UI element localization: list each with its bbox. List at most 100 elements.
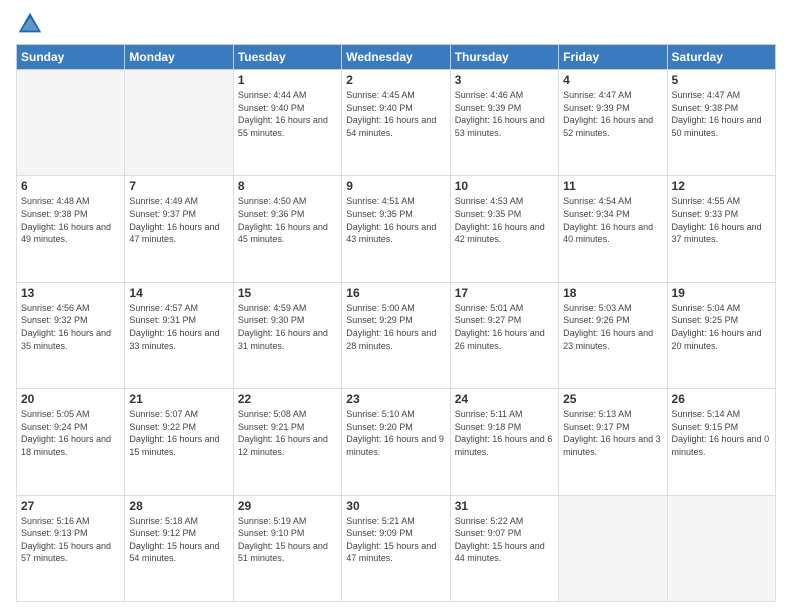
- col-header-wednesday: Wednesday: [342, 45, 450, 70]
- day-info: Sunrise: 5:04 AM Sunset: 9:25 PM Dayligh…: [672, 302, 771, 352]
- col-header-tuesday: Tuesday: [233, 45, 341, 70]
- day-info: Sunrise: 4:45 AM Sunset: 9:40 PM Dayligh…: [346, 89, 445, 139]
- day-number: 3: [455, 73, 554, 87]
- day-number: 9: [346, 179, 445, 193]
- calendar-cell: [17, 70, 125, 176]
- calendar-cell: 25Sunrise: 5:13 AM Sunset: 9:17 PM Dayli…: [559, 389, 667, 495]
- calendar-cell: 18 Sunrise: 5:03 AM Sunset: 9:26 PM Dayli…: [559, 282, 667, 388]
- calendar-cell: 16 Sunrise: 5:00 AM Sunset: 9:29 PM Dayli…: [342, 282, 450, 388]
- day-number: 7: [129, 179, 228, 193]
- day-info: Sunrise: 5:08 AM Sunset: 9:21 PM Dayligh…: [238, 408, 337, 458]
- calendar-cell: 31 Sunrise: 5:22 AM Sunset: 9:07 PM Dayli…: [450, 495, 558, 601]
- day-info: Sunrise: 5:07 AM Sunset: 9:22 PM Dayligh…: [129, 408, 228, 458]
- day-info: Sunrise: 5:21 AM Sunset: 9:09 PM Dayligh…: [346, 515, 445, 565]
- calendar-cell: [667, 495, 775, 601]
- logo-icon: [16, 10, 44, 38]
- day-info: Sunrise: 5:22 AM Sunset: 9:07 PM Dayligh…: [455, 515, 554, 565]
- day-number: 12: [672, 179, 771, 193]
- day-number: 27: [21, 499, 120, 513]
- day-number: 11: [563, 179, 662, 193]
- day-info: Sunrise: 4:47 AM Sunset: 9:38 PM Dayligh…: [672, 89, 771, 139]
- calendar-cell: 6 Sunrise: 4:48 AM Sunset: 9:38 PM Daylig…: [17, 176, 125, 282]
- day-number: 24: [455, 392, 554, 406]
- day-number: 19: [672, 286, 771, 300]
- day-info: Sunrise: 5:10 AM Sunset: 9:20 PM Dayligh…: [346, 408, 445, 458]
- calendar-cell: 13 Sunrise: 4:56 AM Sunset: 9:32 PM Dayli…: [17, 282, 125, 388]
- logo: [16, 10, 48, 38]
- calendar-cell: 11Sunrise: 4:54 AM Sunset: 9:34 PM Dayli…: [559, 176, 667, 282]
- day-info: Sunrise: 5:19 AM Sunset: 9:10 PM Dayligh…: [238, 515, 337, 565]
- calendar-cell: [125, 70, 233, 176]
- calendar-cell: 27Sunrise: 5:16 AM Sunset: 9:13 PM Dayli…: [17, 495, 125, 601]
- calendar-cell: 2 Sunrise: 4:45 AM Sunset: 9:40 PM Daylig…: [342, 70, 450, 176]
- day-number: 10: [455, 179, 554, 193]
- day-number: 8: [238, 179, 337, 193]
- day-info: Sunrise: 5:18 AM Sunset: 9:12 PM Dayligh…: [129, 515, 228, 565]
- calendar-cell: 24 Sunrise: 5:11 AM Sunset: 9:18 PM Dayli…: [450, 389, 558, 495]
- calendar-header-row: SundayMondayTuesdayWednesdayThursdayFrid…: [17, 45, 776, 70]
- day-info: Sunrise: 4:48 AM Sunset: 9:38 PM Dayligh…: [21, 195, 120, 245]
- calendar-cell: 1 Sunrise: 4:44 AM Sunset: 9:40 PM Daylig…: [233, 70, 341, 176]
- week-row-4: 20 Sunrise: 5:05 AM Sunset: 9:24 PM Dayli…: [17, 389, 776, 495]
- day-number: 23: [346, 392, 445, 406]
- calendar-cell: 15Sunrise: 4:59 AM Sunset: 9:30 PM Dayli…: [233, 282, 341, 388]
- calendar-cell: 12 Sunrise: 4:55 AM Sunset: 9:33 PM Dayli…: [667, 176, 775, 282]
- day-number: 28: [129, 499, 228, 513]
- day-info: Sunrise: 4:53 AM Sunset: 9:35 PM Dayligh…: [455, 195, 554, 245]
- calendar-cell: 21 Sunrise: 5:07 AM Sunset: 9:22 PM Dayli…: [125, 389, 233, 495]
- week-row-1: 1 Sunrise: 4:44 AM Sunset: 9:40 PM Daylig…: [17, 70, 776, 176]
- page: SundayMondayTuesdayWednesdayThursdayFrid…: [0, 0, 792, 612]
- day-number: 13: [21, 286, 120, 300]
- day-number: 6: [21, 179, 120, 193]
- day-info: Sunrise: 4:46 AM Sunset: 9:39 PM Dayligh…: [455, 89, 554, 139]
- calendar-cell: 17 Sunrise: 5:01 AM Sunset: 9:27 PM Dayli…: [450, 282, 558, 388]
- day-number: 2: [346, 73, 445, 87]
- calendar-cell: 7 Sunrise: 4:49 AM Sunset: 9:37 PM Daylig…: [125, 176, 233, 282]
- day-number: 1: [238, 73, 337, 87]
- week-row-3: 13 Sunrise: 4:56 AM Sunset: 9:32 PM Dayli…: [17, 282, 776, 388]
- calendar-cell: 14Sunrise: 4:57 AM Sunset: 9:31 PM Dayli…: [125, 282, 233, 388]
- day-info: Sunrise: 4:50 AM Sunset: 9:36 PM Dayligh…: [238, 195, 337, 245]
- calendar-cell: 8 Sunrise: 4:50 AM Sunset: 9:36 PM Daylig…: [233, 176, 341, 282]
- day-number: 30: [346, 499, 445, 513]
- calendar-cell: 29Sunrise: 5:19 AM Sunset: 9:10 PM Dayli…: [233, 495, 341, 601]
- day-number: 20: [21, 392, 120, 406]
- calendar-cell: [559, 495, 667, 601]
- day-number: 26: [672, 392, 771, 406]
- day-info: Sunrise: 4:49 AM Sunset: 9:37 PM Dayligh…: [129, 195, 228, 245]
- day-number: 31: [455, 499, 554, 513]
- day-info: Sunrise: 5:03 AM Sunset: 9:26 PM Dayligh…: [563, 302, 662, 352]
- day-info: Sunrise: 5:11 AM Sunset: 9:18 PM Dayligh…: [455, 408, 554, 458]
- day-number: 17: [455, 286, 554, 300]
- day-info: Sunrise: 4:59 AM Sunset: 9:30 PM Dayligh…: [238, 302, 337, 352]
- col-header-monday: Monday: [125, 45, 233, 70]
- day-info: Sunrise: 5:01 AM Sunset: 9:27 PM Dayligh…: [455, 302, 554, 352]
- week-row-5: 27Sunrise: 5:16 AM Sunset: 9:13 PM Dayli…: [17, 495, 776, 601]
- calendar-cell: 5 Sunrise: 4:47 AM Sunset: 9:38 PM Daylig…: [667, 70, 775, 176]
- week-row-2: 6 Sunrise: 4:48 AM Sunset: 9:38 PM Daylig…: [17, 176, 776, 282]
- col-header-saturday: Saturday: [667, 45, 775, 70]
- day-number: 21: [129, 392, 228, 406]
- calendar-cell: 9Sunrise: 4:51 AM Sunset: 9:35 PM Daylig…: [342, 176, 450, 282]
- calendar-cell: 19 Sunrise: 5:04 AM Sunset: 9:25 PM Dayli…: [667, 282, 775, 388]
- col-header-friday: Friday: [559, 45, 667, 70]
- day-info: Sunrise: 4:55 AM Sunset: 9:33 PM Dayligh…: [672, 195, 771, 245]
- day-info: Sunrise: 5:14 AM Sunset: 9:15 PM Dayligh…: [672, 408, 771, 458]
- day-info: Sunrise: 5:05 AM Sunset: 9:24 PM Dayligh…: [21, 408, 120, 458]
- calendar-cell: 30 Sunrise: 5:21 AM Sunset: 9:09 PM Dayli…: [342, 495, 450, 601]
- day-info: Sunrise: 5:00 AM Sunset: 9:29 PM Dayligh…: [346, 302, 445, 352]
- day-number: 16: [346, 286, 445, 300]
- calendar-cell: 10 Sunrise: 4:53 AM Sunset: 9:35 PM Dayli…: [450, 176, 558, 282]
- col-header-sunday: Sunday: [17, 45, 125, 70]
- calendar-cell: 4Sunrise: 4:47 AM Sunset: 9:39 PM Daylig…: [559, 70, 667, 176]
- day-number: 4: [563, 73, 662, 87]
- day-number: 5: [672, 73, 771, 87]
- day-number: 14: [129, 286, 228, 300]
- calendar-cell: 28 Sunrise: 5:18 AM Sunset: 9:12 PM Dayli…: [125, 495, 233, 601]
- header: [16, 10, 776, 38]
- day-number: 18: [563, 286, 662, 300]
- calendar-cell: 22Sunrise: 5:08 AM Sunset: 9:21 PM Dayli…: [233, 389, 341, 495]
- day-info: Sunrise: 4:56 AM Sunset: 9:32 PM Dayligh…: [21, 302, 120, 352]
- calendar-cell: 23 Sunrise: 5:10 AM Sunset: 9:20 PM Dayli…: [342, 389, 450, 495]
- day-info: Sunrise: 4:44 AM Sunset: 9:40 PM Dayligh…: [238, 89, 337, 139]
